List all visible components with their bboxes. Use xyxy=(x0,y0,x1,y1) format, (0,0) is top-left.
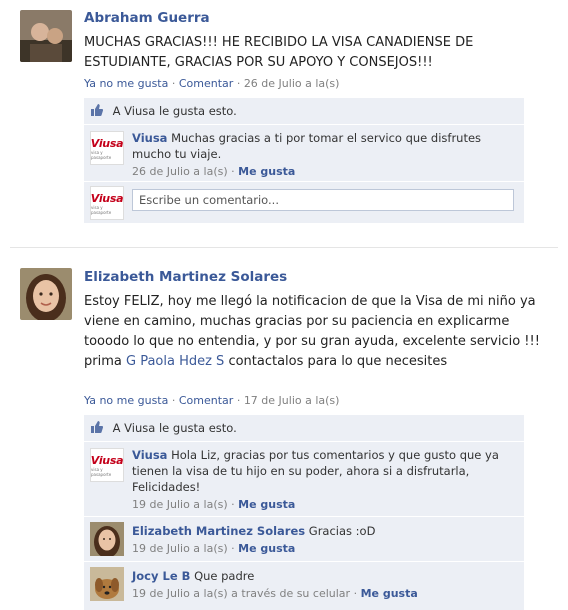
comment-text: Hola Liz, gracias por tus comentarios y … xyxy=(132,448,499,494)
like-link[interactable]: Me gusta xyxy=(238,498,295,511)
comment-author[interactable]: Elizabeth Martinez Solares xyxy=(132,524,305,538)
comment: Elizabeth Martinez Solares Gracias :oD 1… xyxy=(84,517,524,561)
unlike-link[interactable]: Ya no me gusta xyxy=(84,77,168,90)
comment: Viusa visa y pasaporte Viusa Muchas graci… xyxy=(84,125,524,181)
separator-dot: · xyxy=(231,498,235,511)
avatar[interactable] xyxy=(20,10,72,62)
thumbs-up-icon xyxy=(90,416,104,442)
post-divider xyxy=(10,247,558,248)
post-author[interactable]: Abraham Guerra xyxy=(84,10,210,26)
like-link[interactable]: Me gusta xyxy=(238,542,295,555)
separator-dot: · xyxy=(353,587,358,600)
comments-panel: A Viusa le gusta esto. Viusa visa y pasap… xyxy=(84,415,524,610)
post-author[interactable]: Elizabeth Martinez Solares xyxy=(84,269,287,285)
unlike-link[interactable]: Ya no me gusta xyxy=(84,394,168,407)
comment-date: 26 de Julio a la(s) xyxy=(132,165,228,178)
comment-link[interactable]: Comentar xyxy=(179,77,233,90)
mention-link[interactable]: G Paola Hdez S xyxy=(126,354,224,369)
comment-date: 19 de Julio a la(s) a través de su celul… xyxy=(132,587,351,600)
separator-dot: · xyxy=(236,394,241,407)
likes-row: A Viusa le gusta esto. xyxy=(84,415,524,441)
post-actions: Ya no me gusta · Comentar · 17 de Julio … xyxy=(84,394,339,407)
like-link[interactable]: Me gusta xyxy=(238,165,295,178)
likes-text: A Viusa le gusta esto. xyxy=(112,104,237,118)
like-link[interactable]: Me gusta xyxy=(361,587,418,600)
comment-author[interactable]: Viusa xyxy=(132,448,167,462)
viusa-logo[interactable]: Viusa visa y pasaporte xyxy=(90,131,124,165)
comment-author[interactable]: Viusa xyxy=(132,131,167,145)
post-text: MUCHAS GRACIAS!!! HE RECIBIDO LA VISA CA… xyxy=(84,35,474,70)
comment-author[interactable]: Jocy Le B xyxy=(132,569,190,583)
viusa-logo[interactable]: Viusa visa y pasaporte xyxy=(90,448,124,482)
comment-text: Que padre xyxy=(194,569,255,583)
viusa-logo: Viusa visa y pasaporte xyxy=(90,186,124,220)
comment: Jocy Le B Que padre 19 de Julio a la(s) … xyxy=(84,562,524,610)
comment: Viusa visa y pasaporte Viusa Hola Liz, gr… xyxy=(84,442,524,516)
comment-text: Muchas gracias a ti por tomar el servico… xyxy=(132,131,482,161)
comment-date: 19 de Julio a la(s) xyxy=(132,542,228,555)
avatar[interactable] xyxy=(90,567,124,601)
separator-dot: · xyxy=(231,542,235,555)
post-date: 26 de Julio a la(s) xyxy=(243,77,340,90)
comment-date: 19 de Julio a la(s) xyxy=(132,498,228,511)
post-text: Estoy FELIZ, hoy me llegó la notificacio… xyxy=(84,294,540,369)
comment-link[interactable]: Comentar xyxy=(179,394,233,407)
avatar[interactable] xyxy=(20,268,72,320)
separator-dot: · xyxy=(171,77,176,90)
post-date: 17 de Julio a la(s) xyxy=(243,394,340,407)
comments-panel: A Viusa le gusta esto. Viusa visa y pasap… xyxy=(84,98,524,223)
post-actions: Ya no me gusta · Comentar · 26 de Julio … xyxy=(84,77,339,90)
separator-dot: · xyxy=(231,165,235,178)
comment-text: Gracias :oD xyxy=(308,524,376,538)
likes-text: A Viusa le gusta esto. xyxy=(112,421,237,435)
separator-dot: · xyxy=(171,394,176,407)
separator-dot: · xyxy=(236,77,241,90)
thumbs-up-icon xyxy=(90,99,104,125)
avatar[interactable] xyxy=(90,522,124,556)
comment-composer: Viusa visa y pasaporte Escribe un comenta… xyxy=(84,182,524,223)
comment-input[interactable]: Escribe un comentario... xyxy=(132,189,514,211)
likes-row: A Viusa le gusta esto. xyxy=(84,98,524,124)
